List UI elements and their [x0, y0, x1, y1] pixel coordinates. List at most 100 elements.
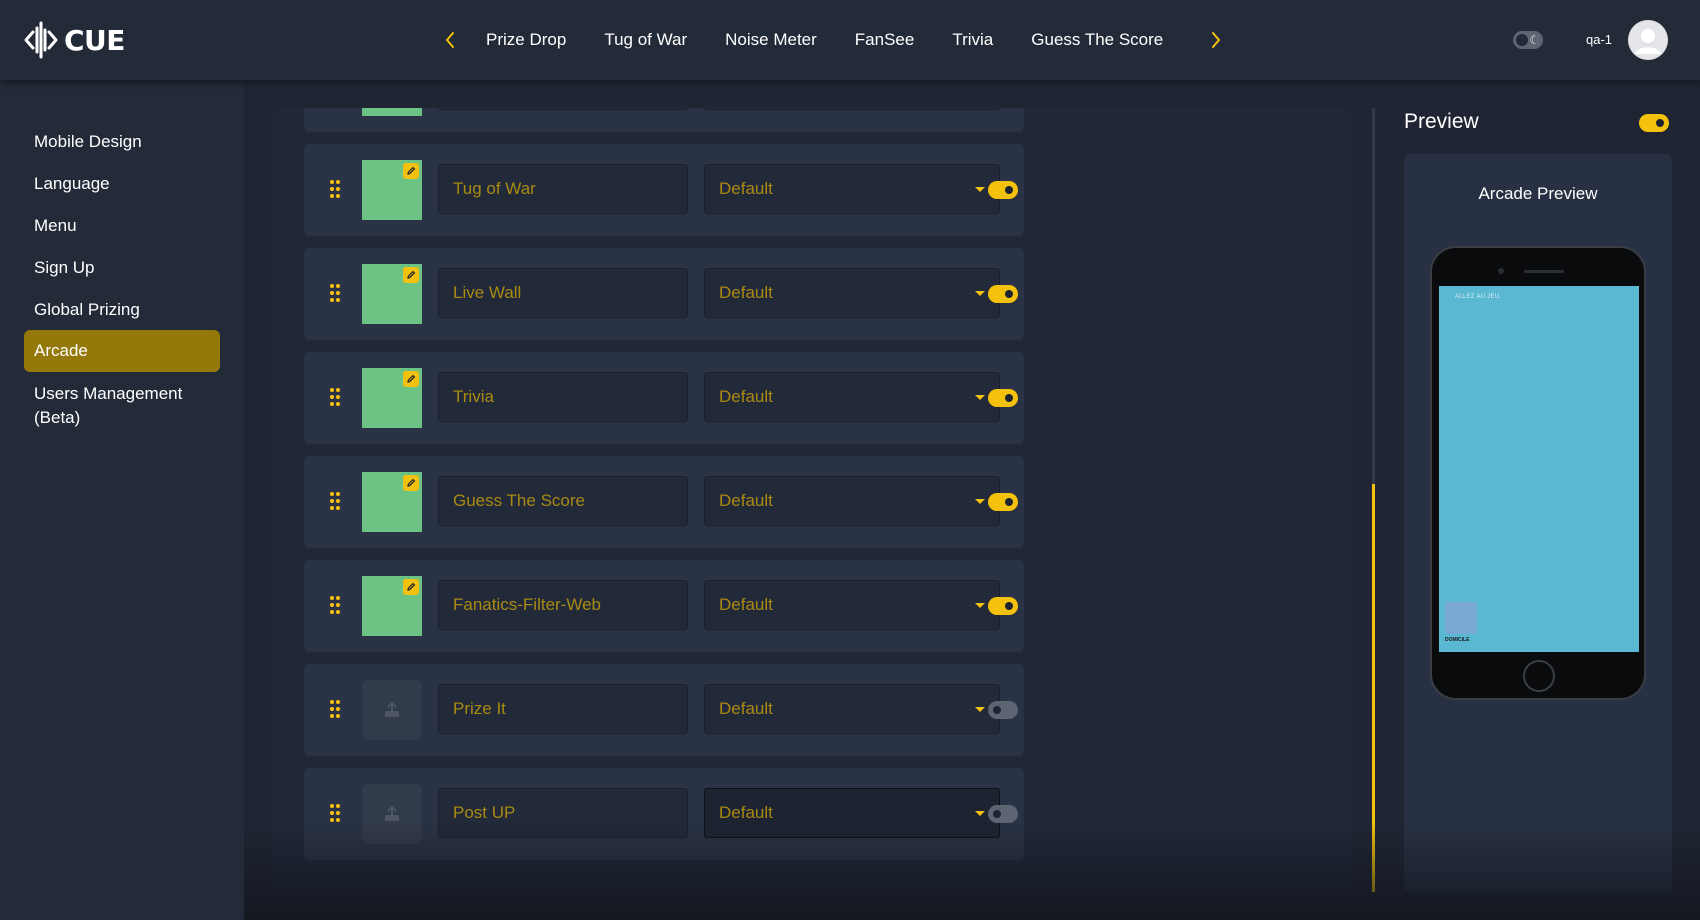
- pencil-icon[interactable]: [403, 267, 419, 283]
- select-value: Default: [719, 179, 773, 198]
- game-option-select[interactable]: [704, 108, 1000, 110]
- user-avatar-icon[interactable]: [1628, 20, 1668, 60]
- caret-down-icon: [975, 499, 985, 504]
- sidebar-item-menu[interactable]: Menu: [24, 214, 220, 238]
- tabs-track: Prize Drop Tug of War Noise Meter FanSee Tri…: [466, 22, 1200, 58]
- screen-tile-label: DOMICILE: [1445, 637, 1470, 643]
- drag-handle-icon[interactable]: [330, 388, 340, 406]
- tab-fansee[interactable]: FanSee: [855, 22, 915, 58]
- game-thumbnail: [362, 368, 422, 428]
- pencil-icon[interactable]: [403, 163, 419, 179]
- list-item: Default: [304, 664, 1024, 756]
- game-option-select[interactable]: Default: [704, 164, 1000, 214]
- toggle-knob: [1005, 602, 1013, 610]
- game-name-field[interactable]: [438, 684, 688, 734]
- phone-home-button: [1523, 660, 1555, 692]
- list-item: Default: [304, 768, 1024, 860]
- tab-tug-of-war[interactable]: Tug of War: [604, 22, 687, 58]
- sidebar-item-language[interactable]: Language: [24, 172, 220, 196]
- drag-handle-icon[interactable]: [330, 180, 340, 198]
- game-name-field[interactable]: [438, 788, 688, 838]
- arcade-list-panel: Default Default Default Default: [272, 108, 1352, 892]
- toggle-knob: [1005, 290, 1013, 298]
- upload-image-button[interactable]: [362, 784, 422, 844]
- screen-header-text: ALLEZ AU JEU: [1455, 294, 1500, 300]
- game-name-field[interactable]: [438, 580, 688, 630]
- tab-prize-drop[interactable]: Prize Drop: [486, 22, 566, 58]
- tab-guess-the-score[interactable]: Guess The Score: [1031, 22, 1163, 58]
- game-name-field[interactable]: [438, 164, 688, 214]
- caret-down-icon: [975, 603, 985, 608]
- chevron-right-icon[interactable]: [1204, 22, 1228, 58]
- toggle-knob: [1516, 34, 1528, 46]
- list-item: Default: [304, 352, 1024, 444]
- sidebar-item-users-management[interactable]: Users Management (Beta): [24, 382, 220, 430]
- pencil-icon[interactable]: [403, 579, 419, 595]
- preview-toggle[interactable]: [1639, 114, 1669, 132]
- upload-icon: [385, 805, 399, 821]
- game-name-field[interactable]: [438, 372, 688, 422]
- game-enabled-toggle[interactable]: [988, 181, 1018, 199]
- game-thumbnail: [362, 264, 422, 324]
- drag-handle-icon[interactable]: [330, 492, 340, 510]
- drag-handle-icon[interactable]: [330, 284, 340, 302]
- preview-title: Preview: [1404, 110, 1479, 133]
- select-value: Default: [719, 595, 773, 614]
- game-thumbnail: [362, 472, 422, 532]
- game-enabled-toggle[interactable]: [988, 597, 1018, 615]
- select-value: Default: [719, 387, 773, 406]
- game-name-field[interactable]: [438, 268, 688, 318]
- game-enabled-toggle[interactable]: [988, 389, 1018, 407]
- select-value: Default: [719, 699, 773, 718]
- brand-logo[interactable]: CUE: [24, 20, 125, 60]
- game-enabled-toggle[interactable]: [988, 493, 1018, 511]
- select-value: Default: [719, 803, 773, 822]
- sidebar: Mobile Design Language Menu Sign Up Glob…: [0, 80, 244, 920]
- phone-mockup: ALLEZ AU JEU DOMICILE: [1430, 246, 1646, 700]
- drag-handle-icon[interactable]: [330, 700, 340, 718]
- game-option-select[interactable]: Default: [704, 372, 1000, 422]
- game-enabled-toggle[interactable]: [988, 701, 1018, 719]
- game-option-select[interactable]: Default: [704, 476, 1000, 526]
- game-thumbnail: [362, 108, 422, 116]
- drag-handle-icon[interactable]: [330, 596, 340, 614]
- select-value: Default: [719, 491, 773, 510]
- game-name-field[interactable]: [438, 476, 688, 526]
- theme-moon-icon: ☾: [1529, 33, 1540, 47]
- drag-handle-icon[interactable]: [330, 804, 340, 822]
- list-item: Default: [304, 456, 1024, 548]
- tab-noise-meter[interactable]: Noise Meter: [725, 22, 817, 58]
- upload-image-button[interactable]: [362, 680, 422, 740]
- list-item: Default: [304, 144, 1024, 236]
- phone-screen: ALLEZ AU JEU DOMICILE: [1439, 286, 1639, 652]
- game-enabled-toggle[interactable]: [988, 805, 1018, 823]
- game-thumbnail: [362, 576, 422, 636]
- game-option-select[interactable]: Default: [704, 268, 1000, 318]
- phone-speaker: [1524, 270, 1564, 273]
- phone-camera: [1498, 268, 1504, 274]
- select-value: Default: [719, 283, 773, 302]
- preview-card-title: Arcade Preview: [1478, 184, 1598, 203]
- scrollbar-thumb[interactable]: [1372, 484, 1375, 892]
- tab-trivia[interactable]: Trivia: [952, 22, 993, 58]
- caret-down-icon: [975, 707, 985, 712]
- chevron-left-icon[interactable]: [438, 22, 462, 58]
- sidebar-item-arcade[interactable]: Arcade: [24, 330, 220, 372]
- game-name-field[interactable]: [438, 108, 688, 110]
- game-option-select[interactable]: Default: [704, 788, 1000, 838]
- caret-down-icon: [975, 187, 985, 192]
- list-item: Default: [304, 560, 1024, 652]
- game-option-select[interactable]: Default: [704, 684, 1000, 734]
- game-option-select[interactable]: Default: [704, 580, 1000, 630]
- screen-game-tile: [1445, 602, 1477, 634]
- pencil-icon[interactable]: [403, 371, 419, 387]
- sidebar-item-global-prizing[interactable]: Global Prizing: [24, 298, 220, 322]
- theme-toggle[interactable]: ☾: [1513, 31, 1543, 49]
- game-enabled-toggle[interactable]: [988, 285, 1018, 303]
- sidebar-item-mobile-design[interactable]: Mobile Design: [24, 130, 220, 154]
- top-bar: CUE Prize Drop Tug of War Noise Meter FanSe…: [0, 0, 1700, 80]
- preview-card: Arcade Preview ALLEZ AU JEU DOMICILE: [1404, 154, 1672, 892]
- pencil-icon[interactable]: [403, 475, 419, 491]
- caret-down-icon: [975, 811, 985, 816]
- sidebar-item-sign-up[interactable]: Sign Up: [24, 256, 220, 280]
